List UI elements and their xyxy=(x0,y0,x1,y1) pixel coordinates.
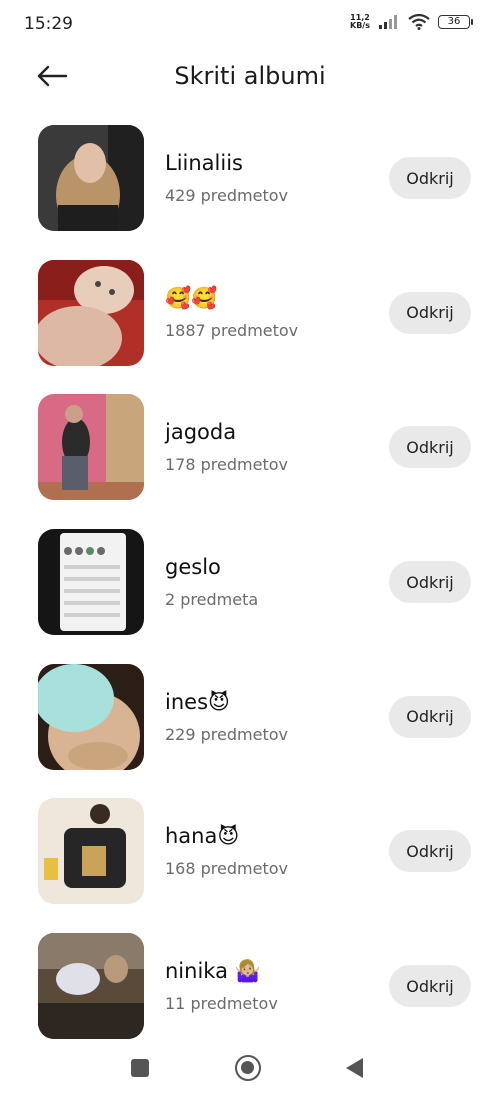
album-item-count: 2 predmeta xyxy=(165,590,259,610)
square-icon[interactable] xyxy=(131,1059,149,1077)
album-thumbnail[interactable] xyxy=(38,933,144,1040)
unhide-button[interactable]: Odkrij xyxy=(389,965,471,1008)
status-bar: 15:29 11,2 KB/s 36 xyxy=(0,0,500,50)
unhide-button[interactable]: Odkrij xyxy=(389,561,471,604)
navigation-bar xyxy=(0,1049,500,1111)
album-item-count: 1887 predmetov xyxy=(165,320,299,340)
album-row[interactable]: jagoda 178 predmetov Odkrij xyxy=(0,393,500,528)
album-row[interactable]: ines😈 229 predmetov Odkrij xyxy=(0,663,500,798)
wifi-icon xyxy=(408,14,430,30)
album-item-count: 429 predmetov xyxy=(165,186,288,205)
album-row[interactable]: ninika 🤷🏼‍♀️ 11 predmetov Odkrij xyxy=(0,932,500,1067)
album-name: 🥰🥰 xyxy=(165,285,218,310)
circle-icon[interactable] xyxy=(235,1055,261,1081)
album-name: hana😈 xyxy=(165,824,240,849)
unhide-button[interactable]: Odkrij xyxy=(389,426,471,469)
album-name: ninika 🤷🏼‍♀️ xyxy=(165,959,261,984)
unhide-button[interactable]: Odkrij xyxy=(389,695,471,738)
album-thumbnail[interactable] xyxy=(38,529,144,636)
album-row[interactable]: geslo 2 predmeta Odkrij xyxy=(0,528,500,663)
album-item-count: 229 predmetov xyxy=(165,724,288,744)
battery-icon: 36 xyxy=(438,15,473,29)
album-list: Liinaliis 429 predmetov Odkrij 🥰🥰 1887 p… xyxy=(0,124,500,1067)
album-name: Liinaliis xyxy=(165,151,243,175)
page-title: Skriti albumi xyxy=(174,62,326,90)
album-row[interactable]: Liinaliis 429 predmetov Odkrij xyxy=(0,124,500,259)
album-name: jagoda xyxy=(165,420,237,445)
status-time: 15:29 xyxy=(24,14,73,34)
unhide-button[interactable]: Odkrij xyxy=(389,291,471,334)
album-item-count: 11 predmetov xyxy=(165,994,278,1014)
signal-icon xyxy=(379,15,397,29)
album-thumbnail[interactable] xyxy=(38,798,144,905)
unhide-button[interactable]: Odkrij xyxy=(389,157,471,199)
album-thumbnail[interactable] xyxy=(38,394,144,501)
album-item-count: 168 predmetov xyxy=(165,859,288,879)
album-row[interactable]: 🥰🥰 1887 predmetov Odkrij xyxy=(0,259,500,394)
album-thumbnail[interactable] xyxy=(38,125,144,231)
album-name: geslo xyxy=(165,555,221,580)
net-speed-unit: KB/s xyxy=(350,21,370,30)
header: Skriti albumi xyxy=(0,50,500,106)
album-row[interactable]: hana😈 168 predmetov Odkrij xyxy=(0,797,500,932)
triangle-back-icon[interactable] xyxy=(346,1058,363,1078)
album-thumbnail[interactable] xyxy=(38,663,144,770)
album-item-count: 178 predmetov xyxy=(165,455,288,475)
status-icons: 11,2 KB/s 36 xyxy=(350,14,473,30)
album-name: ines😈 xyxy=(165,689,230,714)
unhide-button[interactable]: Odkrij xyxy=(389,830,471,873)
album-thumbnail[interactable] xyxy=(38,259,144,366)
network-speed: 11,2 KB/s xyxy=(350,14,370,30)
